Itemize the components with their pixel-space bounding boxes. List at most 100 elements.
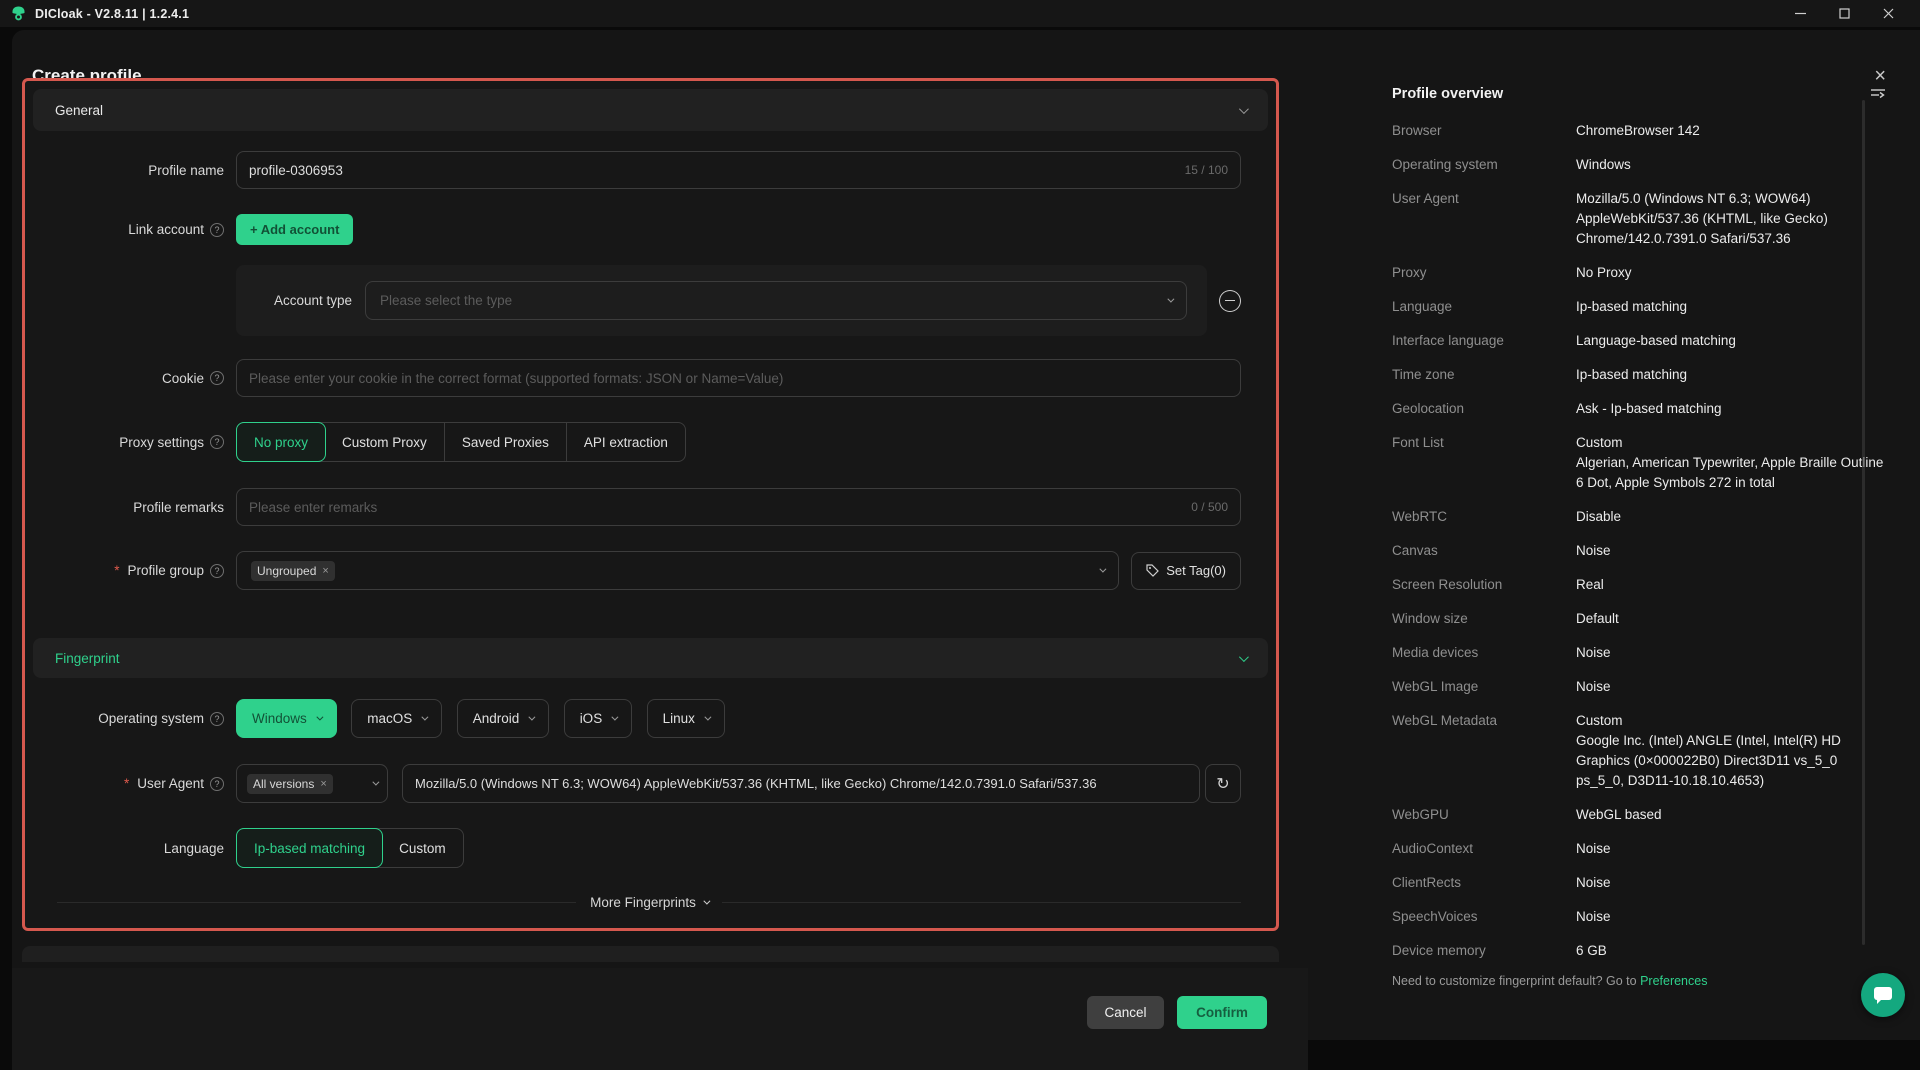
fingerprint-section-header[interactable]: Fingerprint: [33, 638, 1268, 678]
profile-name-counter: 15 / 100: [1185, 163, 1228, 177]
overview-row: CanvasNoise: [1392, 534, 1886, 568]
tab-saved-proxies[interactable]: Saved Proxies: [445, 423, 567, 461]
chat-bubble-icon: [1872, 985, 1894, 1005]
tab-no-proxy[interactable]: No proxy: [236, 422, 326, 462]
os-button-macos[interactable]: macOS: [351, 699, 442, 738]
cookie-input[interactable]: [249, 371, 1228, 386]
overview-row: Interface languageLanguage-based matchin…: [1392, 324, 1886, 358]
language-tabs: Ip-based matching Custom: [236, 828, 464, 868]
os-buttons: Windows macOS Android iOS Linux: [236, 699, 735, 738]
user-agent-label: * User Agent ?: [57, 776, 224, 791]
profile-group-row: * Profile group ? Ungrouped ×: [57, 551, 1241, 590]
os-button-android[interactable]: Android: [457, 699, 550, 738]
app-title: DICloak - V2.8.11 | 1.2.4.1: [35, 7, 189, 21]
remarks-field-shell: 0 / 500: [236, 488, 1241, 526]
account-type-row: Account type Please select the type: [57, 265, 1241, 336]
overview-row: Screen ResolutionReal: [1392, 568, 1886, 602]
overview-row: Media devicesNoise: [1392, 636, 1886, 670]
add-account-button[interactable]: + Add account: [236, 214, 353, 245]
overview-row: WebGPUWebGL based: [1392, 798, 1886, 832]
create-profile-dialog: Create profile × General Profile name 15…: [12, 30, 1920, 1040]
more-fingerprints-button[interactable]: More Fingerprints: [590, 895, 708, 910]
language-row: Language Ip-based matching Custom: [57, 828, 1241, 868]
help-icon[interactable]: ?: [210, 777, 224, 791]
tag-icon: [1146, 564, 1159, 577]
user-agent-row: * User Agent ? All versions × ↻: [57, 764, 1241, 803]
proxy-settings-row: Proxy settings ? No proxy Custom Proxy S…: [57, 422, 1241, 462]
proxy-settings-label: Proxy settings ?: [57, 435, 224, 450]
overview-row: ClientRectsNoise: [1392, 866, 1886, 900]
user-agent-input[interactable]: [415, 776, 1187, 791]
os-button-linux[interactable]: Linux: [647, 699, 725, 738]
operating-system-row: Operating system ? Windows macOS Android…: [57, 699, 1241, 738]
remove-tag-icon[interactable]: ×: [320, 778, 326, 790]
chevron-down-icon: [529, 714, 536, 721]
ua-field-shell: [402, 764, 1200, 803]
link-account-row: Link account ? + Add account: [57, 214, 1241, 245]
profile-remarks-row: Profile remarks 0 / 500: [57, 488, 1241, 526]
os-button-ios[interactable]: iOS: [564, 699, 633, 738]
overview-row: BrowserChromeBrowser 142: [1392, 114, 1886, 148]
dialog-footer: Cancel Confirm: [12, 968, 1308, 1070]
ua-version-select[interactable]: All versions ×: [236, 764, 388, 803]
chat-support-button[interactable]: [1861, 973, 1905, 1017]
help-icon[interactable]: ?: [210, 564, 224, 578]
cancel-button[interactable]: Cancel: [1087, 996, 1164, 1029]
tab-ip-based-matching[interactable]: Ip-based matching: [236, 828, 383, 868]
collapsed-section-strip[interactable]: [22, 946, 1279, 962]
tab-custom-proxy[interactable]: Custom Proxy: [325, 423, 445, 461]
help-icon[interactable]: ?: [210, 435, 224, 449]
general-section-header[interactable]: General: [33, 89, 1268, 131]
ua-version-chip: All versions ×: [247, 774, 333, 794]
remove-tag-icon[interactable]: ×: [322, 565, 328, 577]
tab-custom-language[interactable]: Custom: [382, 829, 463, 867]
overview-row: ProxyNo Proxy: [1392, 256, 1886, 290]
account-type-label: Account type: [236, 293, 352, 308]
profile-overview-panel: Profile overview BrowserChromeBrowser 14…: [1372, 86, 1920, 1040]
minimize-button[interactable]: [1778, 0, 1822, 27]
overview-row: SpeechVoicesNoise: [1392, 900, 1886, 934]
preferences-link[interactable]: Preferences: [1640, 974, 1707, 988]
overview-row: Time zoneIp-based matching: [1392, 358, 1886, 392]
required-asterisk: *: [124, 776, 129, 791]
overview-title: Profile overview: [1392, 86, 1503, 102]
general-section-label: General: [55, 103, 103, 118]
fingerprint-default-note: Need to customize fingerprint default? G…: [1392, 974, 1886, 988]
profile-remarks-label: Profile remarks: [57, 500, 224, 515]
close-window-button[interactable]: [1866, 0, 1910, 27]
profile-name-input[interactable]: [249, 163, 1175, 178]
proxy-tabs: No proxy Custom Proxy Saved Proxies API …: [236, 422, 686, 462]
chevron-down-icon: [703, 898, 710, 905]
overview-scrollbar[interactable]: [1862, 100, 1865, 945]
profile-name-label: Profile name: [57, 163, 224, 178]
profile-remarks-input[interactable]: [249, 500, 1181, 515]
maximize-button[interactable]: [1822, 0, 1866, 27]
confirm-button[interactable]: Confirm: [1177, 996, 1267, 1029]
os-button-windows[interactable]: Windows: [236, 699, 337, 738]
help-icon[interactable]: ?: [210, 223, 224, 237]
overview-row: WebRTCDisable: [1392, 500, 1886, 534]
set-tag-button[interactable]: Set Tag(0): [1131, 552, 1241, 590]
overview-row: WebGL MetadataCustom Google Inc. (Intel)…: [1392, 704, 1886, 798]
tab-api-extraction[interactable]: API extraction: [567, 423, 685, 461]
collapse-panel-icon[interactable]: [1870, 87, 1886, 101]
link-account-label: Link account ?: [57, 222, 224, 237]
chevron-down-icon: [1239, 652, 1249, 662]
account-type-placeholder: Please select the type: [380, 293, 512, 308]
help-icon[interactable]: ?: [210, 371, 224, 385]
chevron-down-icon: [316, 714, 323, 721]
profile-group-label: * Profile group ?: [57, 563, 224, 578]
profile-group-select[interactable]: Ungrouped ×: [236, 551, 1119, 590]
cookie-field-shell: [236, 359, 1241, 397]
chevron-down-icon: [1100, 566, 1107, 573]
overview-row: Device memory6 GB: [1392, 934, 1886, 968]
remove-account-icon[interactable]: [1219, 290, 1241, 312]
general-form: Profile name 15 / 100 Link account ? + A…: [33, 131, 1268, 590]
refresh-ua-button[interactable]: ↻: [1205, 764, 1241, 803]
account-type-select[interactable]: Please select the type: [365, 281, 1187, 320]
app-logo-icon: [10, 5, 27, 22]
overview-row: Window sizeDefault: [1392, 602, 1886, 636]
operating-system-label: Operating system ?: [57, 711, 224, 726]
close-dialog-icon[interactable]: ×: [1874, 66, 1886, 86]
help-icon[interactable]: ?: [210, 712, 224, 726]
